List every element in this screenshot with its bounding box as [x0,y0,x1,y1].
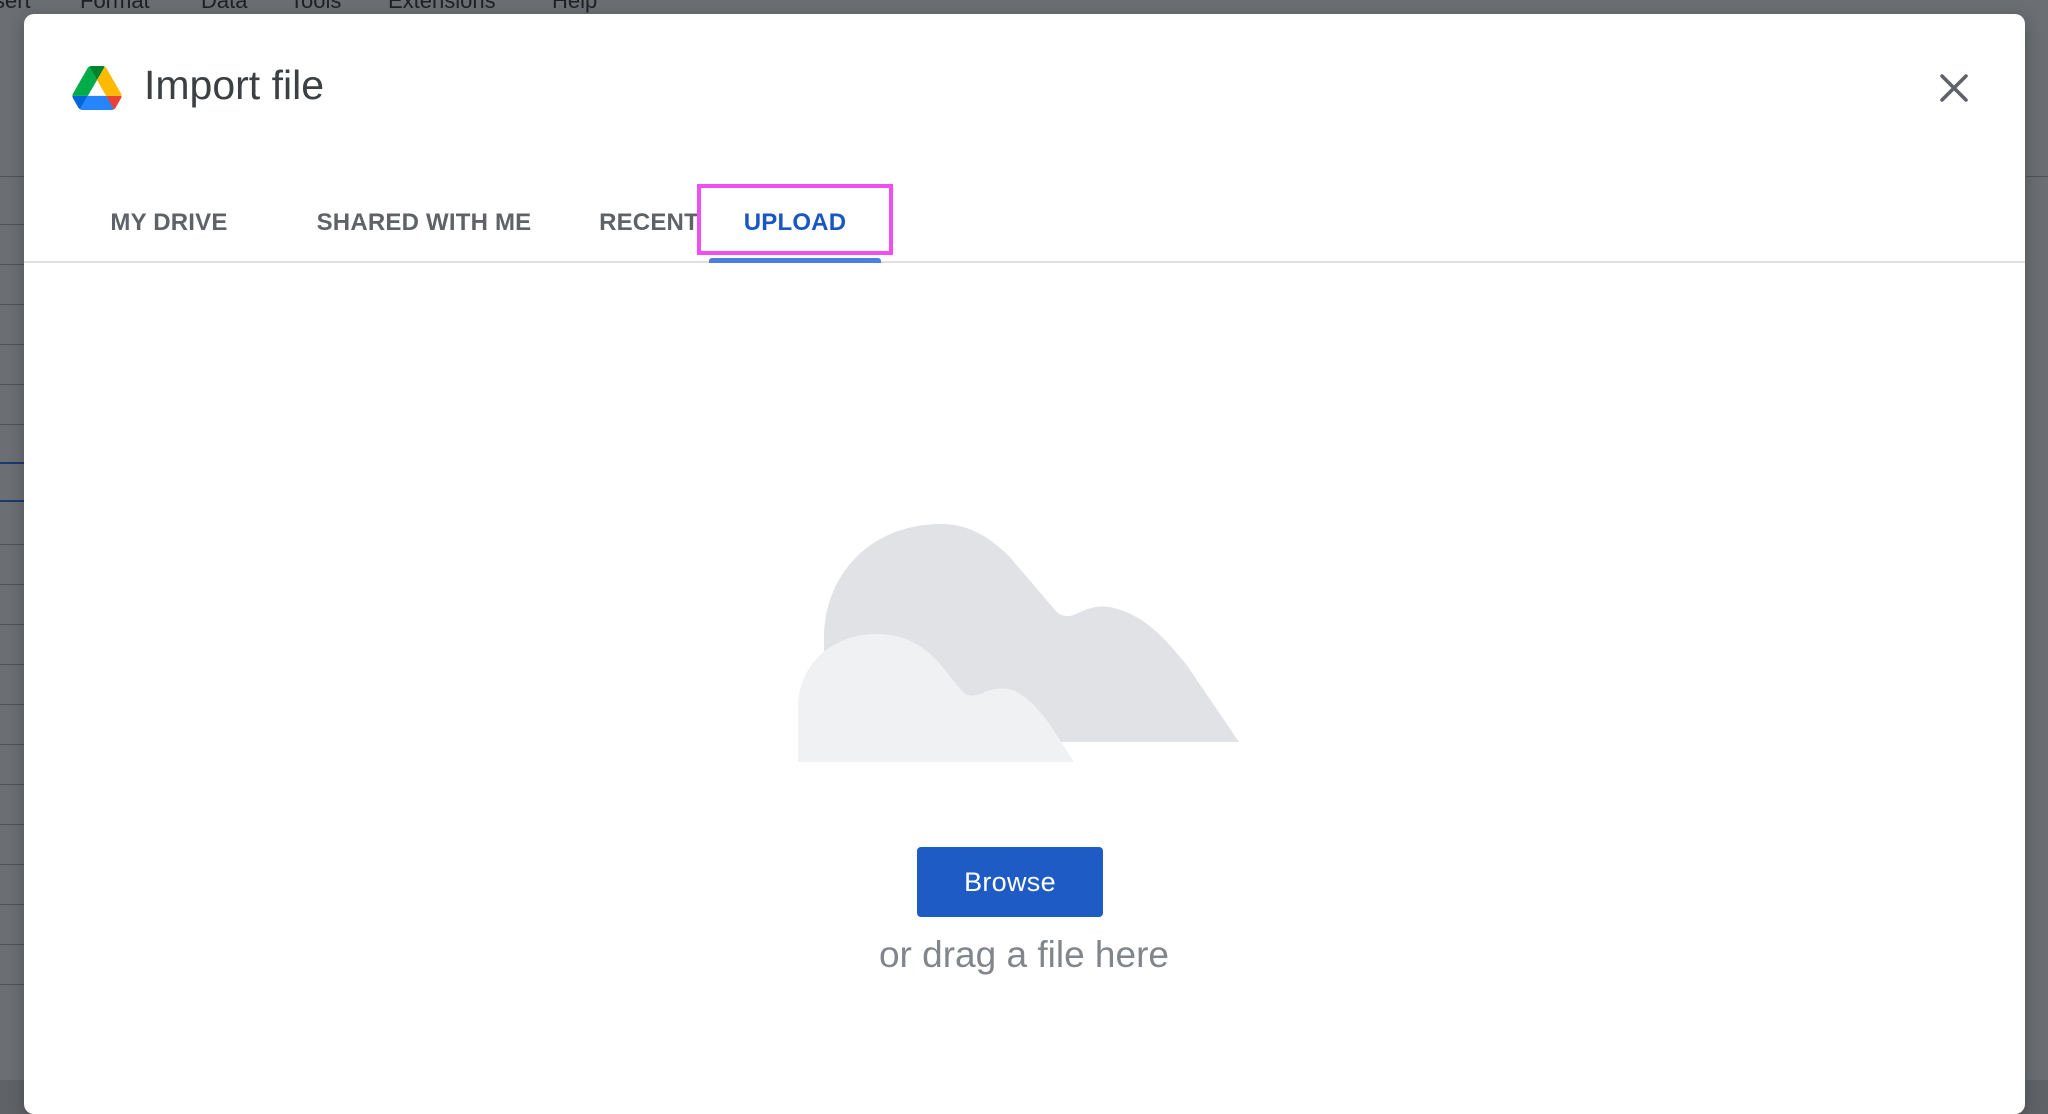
bg-grid-line [0,664,24,665]
active-tab-indicator [709,258,881,263]
bg-menu-data: Data [201,0,248,13]
bg-menu-format: Format [80,0,150,13]
tab-upload[interactable]: UPLOAD [697,184,893,263]
dialog-title: Import file [144,62,324,108]
bg-menu-tools: Tools [290,0,342,13]
bg-menu-insert: sert [0,0,31,13]
tab-shared-with-me[interactable]: SHARED WITH ME [288,184,560,261]
bg-grid-line [0,784,24,785]
tab-label: RECENT [599,208,699,236]
import-file-dialog: Import file MY DRIVE SHARED WITH ME RECE… [24,14,2025,1114]
bg-grid-line [0,544,24,545]
tab-label: SHARED WITH ME [316,208,532,236]
bg-grid-line [0,704,24,705]
cloud-illustration-icon [798,524,1239,762]
google-drive-logo-icon [72,66,122,110]
bg-grid-line [0,264,24,265]
background-menubar: sert Format Data Tools Extensions Help [0,0,2048,14]
bg-grid-line [0,304,24,305]
bg-menu-extensions: Extensions [388,0,496,13]
tab-my-drive[interactable]: MY DRIVE [88,184,250,261]
bg-grid-line [0,384,24,385]
bg-grid-line [0,984,24,985]
tab-label: UPLOAD [743,208,847,236]
close-icon[interactable] [1930,64,1978,112]
bg-grid-line [0,424,24,425]
bg-grid-line [0,864,24,865]
bg-selected-row [0,462,24,502]
bg-menu-help: Help [552,0,598,13]
bg-grid-line [0,584,24,585]
bg-grid-line [0,176,24,177]
bg-grid-line [0,624,24,625]
dialog-header: Import file [24,14,2025,174]
bg-grid-line [0,944,24,945]
tab-label: MY DRIVE [110,208,228,236]
bg-grid-line [0,824,24,825]
bg-grid-line [0,224,24,225]
drag-file-hint: or drag a file here [878,934,1169,975]
bg-grid-line [2026,176,2048,177]
bg-grid-line [0,904,24,905]
bg-grid-line [0,744,24,745]
bg-grid-line [0,344,24,345]
tab-bar: MY DRIVE SHARED WITH ME RECENT UPLOAD [24,184,2025,263]
browse-button[interactable]: Browse [917,847,1103,917]
